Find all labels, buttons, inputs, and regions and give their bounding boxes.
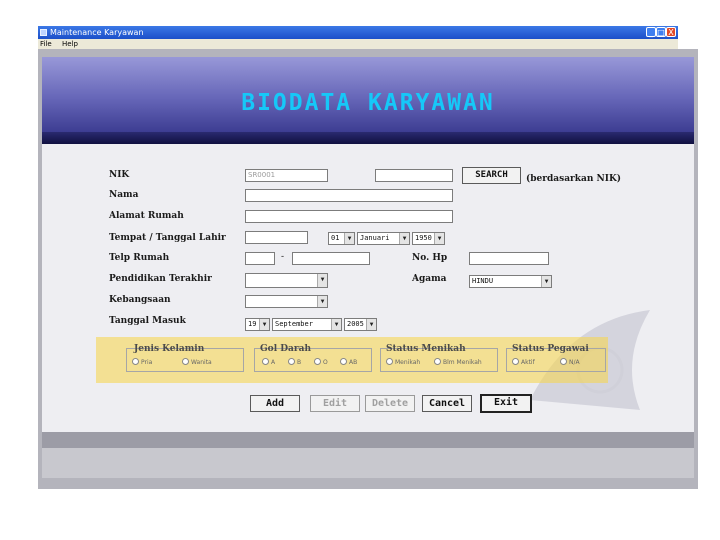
nik-label: NIK (109, 170, 130, 180)
radio-circle-icon (434, 358, 441, 365)
window-title: Maintenance Karyawan (50, 28, 144, 37)
radio-circle-icon (262, 358, 269, 365)
telp-label: Telp Rumah (109, 253, 170, 263)
tanggal-masuk-label: Tanggal Masuk (109, 316, 186, 326)
radio-aktif[interactable]: Aktif (512, 358, 535, 366)
radio-circle-icon (386, 358, 393, 365)
add-button[interactable]: Add (250, 395, 300, 412)
status-pegawai-title: Status Pegawai (512, 344, 589, 354)
maximize-button[interactable]: □ (656, 27, 666, 37)
exit-button[interactable]: Exit (480, 394, 532, 413)
telp-area-input[interactable] (245, 252, 275, 265)
banner-divider (42, 132, 694, 144)
masuk-month-value: September (275, 320, 313, 328)
window-titlebar: Maintenance Karyawan _ □ X (38, 26, 678, 39)
gol-darah-title: Gol Darah (260, 344, 311, 354)
footer-band (42, 432, 694, 448)
jenis-kelamin-title: Jenis Kelamin (134, 344, 205, 354)
tempat-lahir-input[interactable] (245, 231, 308, 244)
chevron-down-icon: ▼ (317, 296, 327, 307)
radio-ab[interactable]: AB (340, 358, 357, 366)
radio-circle-icon (560, 358, 567, 365)
hp-label: No. Hp (412, 253, 448, 263)
nik-input[interactable]: SR0001 (245, 169, 328, 182)
radio-na[interactable]: N/A (560, 358, 580, 366)
app-icon (40, 29, 47, 36)
radio-menikah[interactable]: Menikah (386, 358, 420, 366)
bottom-band (42, 448, 694, 478)
radio-circle-icon (288, 358, 295, 365)
radio-pria[interactable]: Pria (132, 358, 152, 366)
chevron-down-icon: ▼ (344, 233, 354, 244)
chevron-down-icon: ▼ (434, 233, 444, 244)
chevron-down-icon: ▼ (366, 319, 376, 330)
menu-help[interactable]: Help (62, 40, 78, 48)
close-button[interactable]: X (666, 27, 676, 37)
chevron-down-icon: ▼ (259, 319, 269, 330)
agama-value: HINDU (472, 277, 494, 285)
masuk-month-select[interactable]: September ▼ (272, 318, 342, 331)
telp-dash: - (281, 252, 285, 262)
birth-year-value: 1950 (415, 234, 432, 242)
radio-circle-icon (314, 358, 321, 365)
status-menikah-title: Status Menikah (386, 344, 466, 354)
radio-circle-icon (512, 358, 519, 365)
delete-button[interactable]: Delete (365, 395, 415, 412)
ttl-label: Tempat / Tanggal Lahir (109, 233, 226, 243)
masuk-day-value: 19 (248, 320, 257, 328)
agama-label: Agama (412, 274, 447, 284)
birth-year-select[interactable]: 1950 ▼ (412, 232, 445, 245)
radio-wanita[interactable]: Wanita (182, 358, 212, 366)
banner-title: BIODATA KARYAWAN (241, 90, 495, 116)
nik-search-input[interactable] (375, 169, 453, 182)
pendidikan-select[interactable]: ▼ (245, 273, 328, 288)
birth-month-value: Januari (360, 234, 390, 242)
minimize-button[interactable]: _ (646, 27, 656, 37)
radio-circle-icon (340, 358, 347, 365)
kebangsaan-label: Kebangsaan (109, 295, 171, 305)
alamat-input[interactable] (245, 210, 453, 223)
masuk-year-value: 2005 (347, 320, 364, 328)
radio-b[interactable]: B (288, 358, 301, 366)
birth-day-value: 01 (331, 234, 340, 242)
kebangsaan-select[interactable]: ▼ (245, 295, 328, 308)
masuk-day-select[interactable]: 19 ▼ (245, 318, 270, 331)
birth-day-select[interactable]: 01 ▼ (328, 232, 355, 245)
masuk-year-select[interactable]: 2005 ▼ (344, 318, 377, 331)
search-note: (berdasarkan NIK) (526, 174, 622, 184)
radio-o[interactable]: O (314, 358, 328, 366)
chevron-down-icon: ▼ (541, 276, 551, 287)
alamat-label: Alamat Rumah (109, 211, 184, 221)
edit-button[interactable]: Edit (310, 395, 360, 412)
search-button[interactable]: SEARCH (462, 167, 521, 184)
hp-input[interactable] (469, 252, 549, 265)
birth-month-select[interactable]: Januari ▼ (357, 232, 410, 245)
telp-number-input[interactable] (292, 252, 370, 265)
menu-file[interactable]: File (40, 40, 52, 48)
radio-circle-icon (132, 358, 139, 365)
chevron-down-icon: ▼ (317, 274, 327, 287)
agama-select[interactable]: HINDU ▼ (469, 275, 552, 288)
radio-circle-icon (182, 358, 189, 365)
radio-blm-menikah[interactable]: Blm Menikah (434, 358, 482, 366)
cancel-button[interactable]: Cancel (422, 395, 472, 412)
nama-input[interactable] (245, 189, 453, 202)
chevron-down-icon: ▼ (331, 319, 341, 330)
menu-bar: File Help (38, 39, 678, 49)
nama-label: Nama (109, 190, 139, 200)
radio-a[interactable]: A (262, 358, 275, 366)
chevron-down-icon: ▼ (399, 233, 409, 244)
pendidikan-label: Pendidikan Terakhir (109, 274, 212, 284)
